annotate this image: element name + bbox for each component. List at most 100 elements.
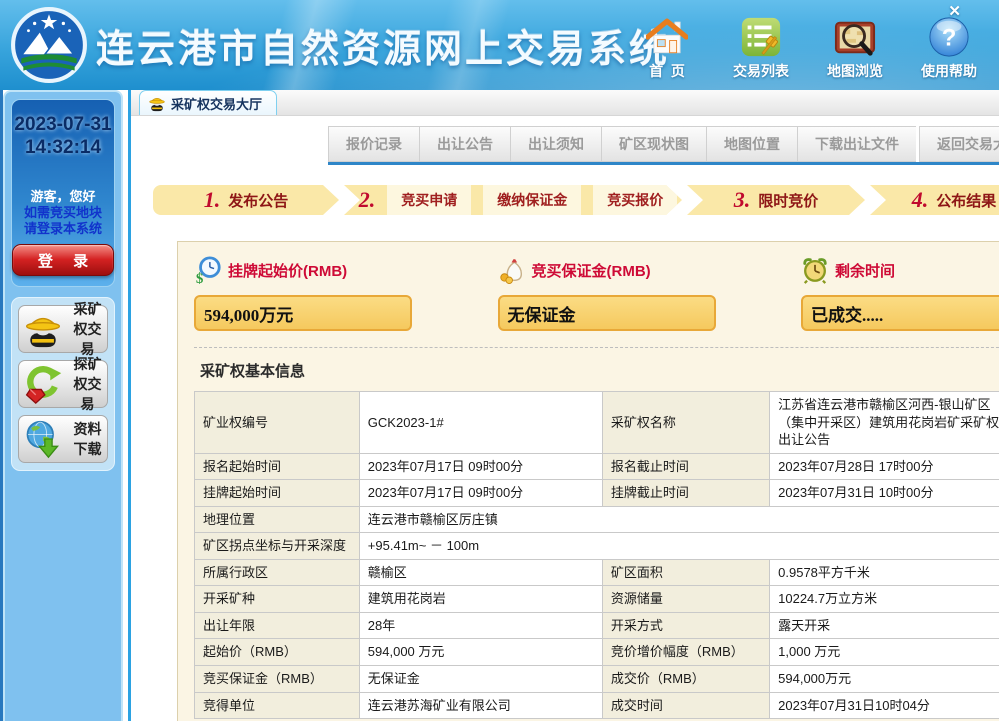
remaining-time-value: 已成交..... [801,295,999,331]
field-label: 开采矿种 [195,586,360,613]
toolbar-transfer-announcement[interactable]: 出让公告 [419,126,510,162]
step-1-number: 1. [204,187,221,213]
table-row: 开采矿种建筑用花岗岩资源储量10224.7万立方米 [195,586,999,613]
sidebar: 2023-07-31 14:32:14 游客，您好 如需竞买地块 请登录本系统 … [3,90,123,721]
remaining-time-block: 剩余时间 已成交..... [801,254,999,331]
table-row: 竞得单位连云港苏海矿业有限公司成交时间2023年07月31日10时04分 [195,692,999,719]
step-4: 4. 公布结果 [870,185,999,215]
bid-quote-button[interactable]: 竞买报价 [593,185,677,215]
field-value: 连云港苏海矿业有限公司 [359,692,602,719]
toolbar-back-to-hall[interactable]: 返回交易大厅 [919,126,999,162]
step-2: 2. 竞买申请 缴纳保证金 竞买报价 [344,185,682,215]
step-2-number: 2. [359,187,376,213]
field-value: 2023年07月17日 09时00分 [359,453,602,480]
field-value: 赣榆区 [359,559,602,586]
nav-help[interactable]: ? 使用帮助 [913,16,985,81]
field-label: 成交价（RMB） [602,666,769,693]
field-label: 矿区面积 [602,559,769,586]
field-value: 28年 [359,612,602,639]
miner-tab-icon [148,94,166,112]
nav-map-browse[interactable]: 地图浏览 [819,16,891,81]
field-label: 开采方式 [602,612,769,639]
login-button[interactable]: 登 录 [12,244,114,276]
table-row: 所属行政区赣榆区矿区面积0.9578平方千米 [195,559,999,586]
current-date: 2023-07-31 [14,114,111,137]
field-value: GCK2023-1# [359,392,602,454]
login-hint-line1: 如需竞买地块 [24,205,102,221]
page-title: 连云港市自然资源网上交易系统 [96,18,670,73]
app-logo-icon [10,6,88,84]
step-1: 1. 发布公告 [153,185,339,215]
process-steps: 1. 发布公告 2. 竞买申请 缴纳保证金 竞买报价 3. 限时竞价 4. 公布… [153,185,999,215]
field-label: 成交时间 [602,692,769,719]
sidebar-item-exploration-rights[interactable]: 探矿权交易 [18,360,108,408]
bid-application-button[interactable]: 竞买申请 [387,185,471,215]
help-icon: ? [928,16,970,58]
starting-price-value: 594,000万元 [194,295,412,331]
toolbar-transfer-notice[interactable]: 出让须知 [510,126,601,162]
starting-price-label: 挂牌起始价(RMB) [228,260,347,281]
table-row: 出让年限28年开采方式露天开采 [195,612,999,639]
step-3-label: 限时竞价 [758,190,818,211]
nav-transaction-list[interactable]: 交易列表 [725,16,797,81]
nav-transaction-list-label: 交易列表 [733,61,789,81]
field-value: 594,000 万元 [359,639,602,666]
field-label: 竞买保证金（RMB） [195,666,360,693]
sidebar-item-download-label: 资料下载 [68,419,107,459]
field-value: 2023年07月17日 09时00分 [359,480,602,507]
sidebar-item-exploration-rights-label: 探矿权交易 [68,354,107,414]
info-table: 矿业权编号GCK2023-1#采矿权名称江苏省连云港市赣榆区河西-银山矿区（集中… [194,391,999,719]
field-label: 竞价增价幅度（RMB） [602,639,769,666]
field-value: 10224.7万立方米 [770,586,999,613]
field-label: 地理位置 [195,506,360,533]
download-icon [23,419,63,459]
toolbar-mine-status-map[interactable]: 矿区现状图 [601,126,706,162]
svg-text:?: ? [942,25,957,52]
deposit-block: 竞买保证金(RMB) 无保证金 [498,254,716,331]
field-label: 资源储量 [602,586,769,613]
dashed-divider [194,347,999,348]
current-time: 14:32:14 [25,137,101,160]
basic-info-title: 采矿权基本信息 [200,360,999,381]
deposit-value: 无保证金 [498,295,716,331]
nav-map-browse-label: 地图浏览 [827,61,883,81]
table-row: 矿业权编号GCK2023-1#采矿权名称江苏省连云港市赣榆区河西-银山矿区（集中… [195,392,999,454]
money-bag-icon [498,256,526,284]
field-value: +95.41m~ － 100m [359,533,999,560]
sidebar-item-download[interactable]: 资料下载 [18,415,108,463]
login-hint-line2: 请登录本系统 [24,221,102,237]
field-value: 江苏省连云港市赣榆区河西-银山矿区（集中开采区）建筑用花岗岩矿采矿权出让公告 [770,392,999,454]
toolbar-download-documents[interactable]: 下载出让文件 [797,126,916,162]
miner-icon [23,309,63,349]
table-row: 报名起始时间2023年07月17日 09时00分报名截止时间2023年07月28… [195,453,999,480]
sidebar-item-mining-rights-label: 采矿权交易 [68,299,107,359]
svg-text:$: $ [196,271,204,284]
summary-row: $ 挂牌起始价(RMB) 594,000万元 竞买保证 [194,254,999,331]
pay-deposit-button[interactable]: 缴纳保证金 [483,185,581,215]
header-nav: 首 页 交易列表 [631,16,985,81]
field-value: 1,000 万元 [770,639,999,666]
field-label: 所属行政区 [195,559,360,586]
field-label: 矿业权编号 [195,392,360,454]
toolbar-quote-records[interactable]: 报价记录 [328,126,419,162]
tab-mining-hall[interactable]: 采矿权交易大厅 [139,90,277,115]
table-row: 地理位置连云港市赣榆区厉庄镇 [195,506,999,533]
field-value: 建筑用花岗岩 [359,586,602,613]
field-label: 报名截止时间 [602,453,769,480]
toolbar-map-location[interactable]: 地图位置 [706,126,797,162]
nav-help-label: 使用帮助 [921,61,977,81]
window-left-frame [0,90,3,721]
step-1-label: 发布公告 [228,190,288,211]
clock-panel: 2023-07-31 14:32:14 游客，您好 如需竞买地块 请登录本系统 … [11,99,115,287]
transaction-list-icon [740,16,782,58]
map-browse-icon [834,16,876,58]
field-value: 2023年07月31日10时04分 [770,692,999,719]
field-label: 挂牌截止时间 [602,480,769,507]
step-4-number: 4. [912,187,929,213]
field-label: 报名起始时间 [195,453,360,480]
sidebar-item-mining-rights[interactable]: 采矿权交易 [18,305,108,353]
nav-home[interactable]: 首 页 [631,16,703,81]
table-row: 矿区拐点坐标与开采深度+95.41m~ － 100m [195,533,999,560]
sidebar-menu: 采矿权交易 探矿权交易 [11,297,115,471]
nav-home-label: 首 页 [649,61,685,81]
